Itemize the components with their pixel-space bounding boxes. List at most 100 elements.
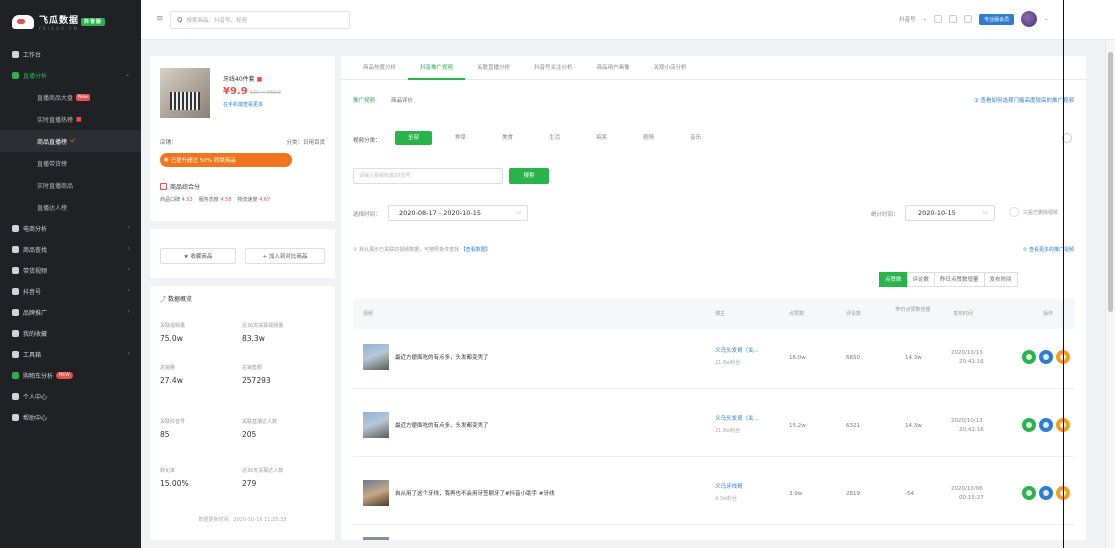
video-thumbnail[interactable]: [363, 344, 389, 370]
table-row[interactable]: 自从用了这个牙线，我再也不会用牙签剔牙了#抖音小助手 #牙线 义乌牙线哥 4.3w…: [353, 465, 1075, 525]
sort-comments[interactable]: 评论数: [906, 272, 936, 287]
tip-link[interactable]: 【查看数据】: [461, 247, 491, 253]
sort-likes-increase[interactable]: 昨日点赞数增量: [934, 272, 985, 287]
menu-icon[interactable]: ≡: [156, 14, 164, 24]
cart-icon: [12, 225, 19, 232]
video-thumbnail[interactable]: [363, 412, 389, 438]
tab-live-analysis[interactable]: 关联直播分析: [465, 56, 522, 80]
likes-increase-value: -54: [905, 491, 914, 497]
product-image[interactable]: [160, 68, 210, 118]
sidebar-subitem-live-market[interactable]: 直播商品大盘 New: [0, 86, 141, 108]
publish-time: 2020/10/13 20:41:16: [951, 418, 984, 433]
chip-life[interactable]: 生活: [536, 131, 573, 145]
sidebar-subitem-live-talent-rank[interactable]: 直播达人榜: [0, 196, 141, 218]
tab-bar: 商品热度分析 抖音推广视频 关联直播分析 抖音号关注分析 商品用户画像 关联小店…: [341, 56, 1086, 80]
sidebar-item-help[interactable]: 帮助中心: [0, 407, 141, 428]
video-search-input[interactable]: 请输入视频标题/抖音号: [353, 168, 503, 184]
tab-heat-analysis[interactable]: 商品热度分析: [351, 56, 408, 80]
likes-value: 15.2w: [789, 423, 806, 429]
date-range-picker[interactable]: 2020-08-17 - 2020-10-15 ▭: [388, 205, 528, 221]
global-search-input[interactable]: Q 搜索商品、抖音号、视频: [170, 11, 350, 29]
score-service: 服务态度 4.58: [198, 197, 232, 203]
sidebar-item-product-search[interactable]: 商品查找 ›: [0, 239, 141, 260]
promo-banner[interactable]: ◉ 已提升超过 50% 同类商品: [160, 153, 292, 167]
play-icon[interactable]: [1039, 486, 1053, 500]
likes-increase-value: 14.3w: [905, 423, 922, 429]
sort-publish-time[interactable]: 发布时间: [983, 272, 1018, 287]
brand-logo[interactable]: 飞瓜数据 抖音版 FEIGUA.CN: [0, 0, 141, 44]
sidebar-item-toolbox[interactable]: 工具箱 ›: [0, 344, 141, 365]
stat-item: 近30天关联视频量 83.3w: [242, 323, 284, 343]
chart-icon: [12, 72, 19, 79]
brand-name: 飞瓜数据 抖音版 FEIGUA.CN: [39, 13, 106, 31]
table-row[interactable]: 最近方便面吃的有点多，头发都变秃了 义乌头发哥（关… 21.8w粉丝 15.2w …: [353, 397, 1075, 457]
bookmark-icon[interactable]: [934, 15, 943, 23]
blogger-name[interactable]: 义乌头发哥（关… 21.8w粉丝: [715, 346, 759, 366]
subtab-promo-video[interactable]: 推广视频: [353, 96, 375, 104]
sidebar-item-live-analysis[interactable]: 直播分析 ⌄: [0, 65, 141, 86]
favorite-button[interactable]: ★ 收藏商品: [160, 248, 236, 264]
stat-item: 关联视频量 75.0w: [160, 323, 186, 343]
help-link[interactable]: ① 查看如何选择门槛高度较高的推广视频: [974, 96, 1074, 104]
category-label: 分类：日用百货: [286, 140, 325, 146]
tab-shop-analysis[interactable]: 关联小店分析: [642, 56, 699, 80]
tab-user-profile[interactable]: 商品用户画像: [585, 56, 642, 80]
fire-icon: ■: [76, 115, 82, 123]
tab-promo-videos[interactable]: 抖音推广视频: [408, 56, 466, 80]
sidebar-subitem-realtime-products[interactable]: 实时直播商品: [0, 174, 141, 196]
vip-badge[interactable]: 专业版会员: [979, 13, 1015, 25]
page-scrollbar[interactable]: [1105, 40, 1115, 548]
more-videos-link[interactable]: ① 查看更多的推广视频: [1023, 246, 1074, 253]
scrollbar-thumb[interactable]: [1108, 52, 1113, 312]
analysis-icon[interactable]: [1022, 350, 1036, 364]
video-thumbnail[interactable]: [363, 480, 389, 506]
sidebar-item-video[interactable]: 带货视频 ›: [0, 260, 141, 281]
sidebar-item-personal[interactable]: 个人中心: [0, 386, 141, 407]
sidebar-subitem-product-live-rank[interactable]: 商品直播榜 ᵢ𝒹: [0, 130, 141, 152]
col-likes[interactable]: 点赞数: [789, 299, 804, 329]
video-thumbnail[interactable]: [363, 537, 389, 540]
sidebar-item-brand[interactable]: 品牌推广 ›: [0, 302, 141, 323]
analysis-icon[interactable]: [1022, 486, 1036, 500]
account-switch[interactable]: 抖音号: [899, 15, 916, 23]
chip-food[interactable]: 美食: [489, 131, 526, 145]
sidebar-item-cart-analysis[interactable]: 购物车分析 NEW: [0, 365, 141, 386]
sidebar-item-favorites[interactable]: 我的收藏: [0, 323, 141, 344]
stat-date-picker[interactable]: 2020-10-15 ▭: [905, 205, 995, 221]
chip-drama[interactable]: 剧情: [630, 131, 667, 145]
subtab-reviews[interactable]: 商品评价: [391, 96, 413, 104]
compare-button[interactable]: + 加入到对比商品: [245, 248, 325, 264]
sidebar-item-account[interactable]: 抖音号 ›: [0, 281, 141, 302]
chip-funny[interactable]: 搞笑: [583, 131, 620, 145]
sort-likes[interactable]: 点赞数: [879, 272, 908, 287]
analysis-icon[interactable]: [1022, 418, 1036, 432]
col-publish-time[interactable]: 发布时间: [953, 299, 973, 329]
sidebar-subitem-live-sales-rank[interactable]: 直播带货榜: [0, 152, 141, 174]
filter-label: 视频分类：: [353, 138, 381, 144]
chip-music[interactable]: 音乐: [677, 131, 714, 145]
chip-seeding[interactable]: 种草: [442, 131, 479, 145]
play-icon[interactable]: [1039, 350, 1053, 364]
col-video: 视频: [363, 311, 374, 317]
comments-value: 2819: [846, 491, 860, 497]
message-icon[interactable]: [964, 15, 973, 23]
video-title[interactable]: 自从用了这个牙线，我再也不会用牙签剔牙了#抖音小助手 #牙线: [395, 489, 554, 497]
tab-account-analysis[interactable]: 抖音号关注分析: [522, 56, 585, 80]
search-button[interactable]: 搜索: [509, 168, 549, 184]
col-comments[interactable]: 评论数: [846, 299, 861, 329]
chip-all[interactable]: 全部: [395, 131, 433, 145]
sidebar-item-workbench[interactable]: 工作台: [0, 44, 141, 65]
blogger-name[interactable]: 义乌头发哥（关… 21.8w粉丝: [715, 414, 759, 434]
deleted-toggle[interactable]: 只看已删除视频: [1009, 207, 1058, 217]
bell-icon[interactable]: [949, 15, 958, 23]
video-title[interactable]: 最近方便面吃的有点多，头发都变秃了: [395, 353, 489, 361]
table-row[interactable]: 最近方便面吃的有点多，头发都变秃了 义乌头发哥（关… 21.8w粉丝 16.0w …: [353, 329, 1075, 389]
sidebar-subitem-realtime-hot[interactable]: 实时直播热榜 ■: [0, 108, 141, 130]
blogger-name[interactable]: 义乌牙线哥 4.3w粉丝: [715, 482, 743, 502]
col-likes-increase[interactable]: 昨日点赞数增量: [891, 299, 935, 329]
sidebar-item-ecommerce[interactable]: 电商分析 ›: [0, 218, 141, 239]
play-icon[interactable]: [1039, 418, 1053, 432]
video-title[interactable]: 最近方便面吃的有点多，头发都变秃了: [395, 421, 489, 429]
avatar[interactable]: [1021, 11, 1038, 27]
product-mobile-link[interactable]: 在手机端查看更多: [223, 101, 263, 108]
